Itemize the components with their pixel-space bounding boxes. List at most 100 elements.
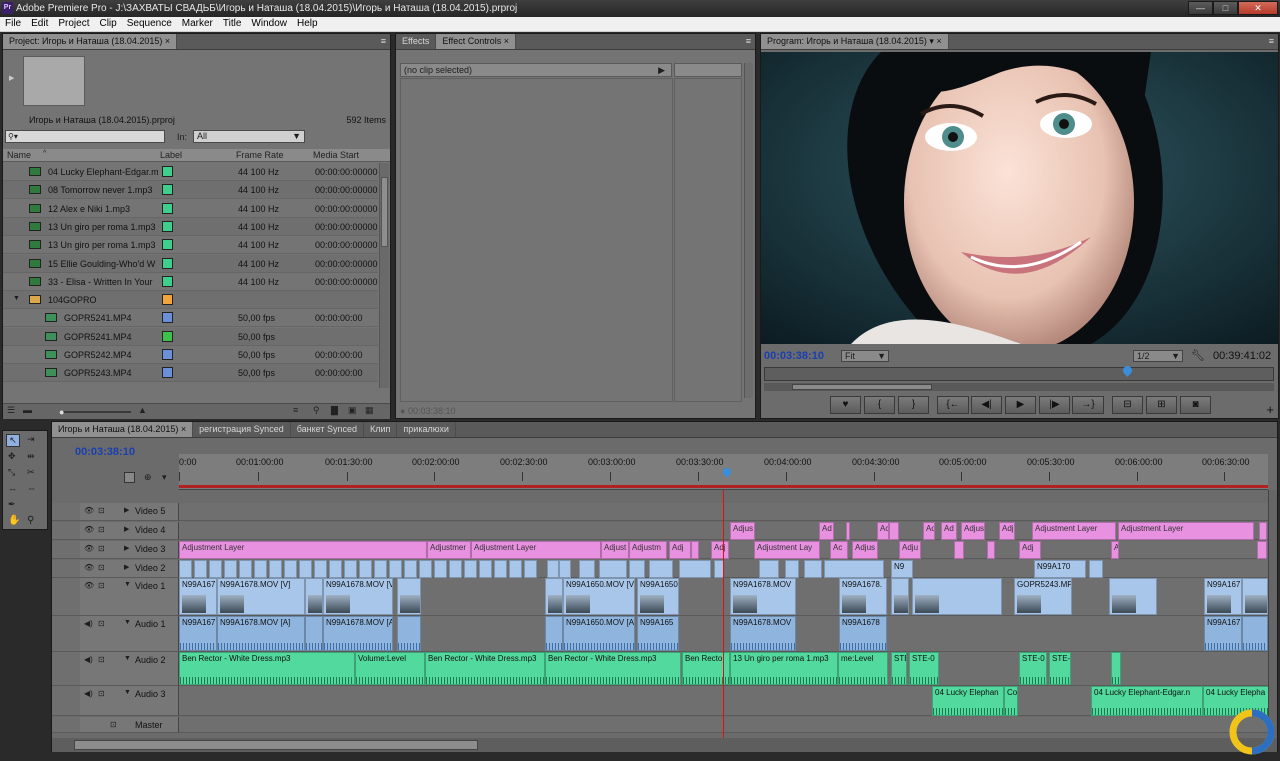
timeline-clip[interactable]: A [1111, 541, 1119, 559]
expand-icon[interactable]: ▼ [13, 295, 20, 302]
timeline-clip[interactable]: Adjustment Layer [471, 541, 601, 559]
close-icon[interactable]: × [181, 424, 186, 434]
list-item[interactable]: 33 - Elisa - Written In Your 44 100 Hz 00:… [3, 272, 378, 291]
timeline-clip[interactable] [629, 560, 645, 578]
menu-project[interactable]: Project [53, 17, 94, 31]
pen-tool-icon[interactable]: ✒ [8, 499, 16, 510]
lift-button[interactable]: ⊟ [1112, 396, 1143, 414]
panel-menu-icon[interactable]: ≡ [746, 36, 751, 46]
expand-icon[interactable]: ▶ [124, 506, 129, 514]
new-item-icon[interactable]: ▣ [348, 405, 357, 416]
timeline-clip[interactable] [389, 560, 402, 578]
timeline-clip[interactable] [1259, 522, 1267, 540]
zoom-slider[interactable] [61, 411, 131, 413]
add-button-icon[interactable]: + [1266, 402, 1274, 417]
timeline-clip[interactable]: Ben Rector - White Dress.mp3 [545, 652, 681, 685]
timeline-clip[interactable] [889, 522, 899, 540]
list-item[interactable]: GOPR5241.MP4 50,00 fps [3, 327, 378, 346]
timeline-clip[interactable]: N99A1678.MOV [V] [217, 578, 305, 615]
menu-file[interactable]: File [0, 17, 26, 31]
timeline-clip[interactable]: Ad [941, 522, 957, 540]
timeline-clip[interactable]: Ad [923, 522, 935, 540]
tab-effects[interactable]: Effects [396, 34, 437, 49]
in-select[interactable]: All ▼ [193, 130, 305, 143]
timeline-clip[interactable]: N99A167 [179, 616, 217, 651]
timeline-clip[interactable] [1109, 578, 1157, 615]
timeline-clip[interactable]: Adj [669, 541, 691, 559]
timeline-clip[interactable] [545, 578, 563, 615]
col-media-start[interactable]: Media Start [313, 150, 359, 160]
new-bin-icon[interactable]: ▇ [331, 405, 338, 416]
timeline-clip[interactable] [404, 560, 417, 578]
timeline-clip[interactable]: N99A165 [637, 616, 679, 651]
timeline-clip[interactable]: Adjustmer [427, 541, 471, 559]
timeline-clip[interactable]: STE-( [1049, 652, 1071, 685]
col-frame-rate[interactable]: Frame Rate [236, 150, 284, 160]
timeline-vertical-scrollbar[interactable] [1268, 490, 1277, 738]
eye-icon[interactable]: 👁︎ [84, 544, 94, 553]
menu-marker[interactable]: Marker [177, 17, 218, 31]
selection-tool-icon[interactable]: ↖ [6, 434, 20, 447]
timeline-clip[interactable] [1257, 541, 1267, 559]
timeline-clip[interactable]: N99A170 [1034, 560, 1086, 578]
timeline-clip[interactable]: Adjust [601, 541, 629, 559]
timeline-clip[interactable] [269, 560, 282, 578]
list-item[interactable]: GOPR5241.MP4 50,00 fps 00:00:00:00 [3, 309, 378, 328]
ripple-edit-tool-icon[interactable]: ✥ [8, 451, 16, 462]
timeline-clip[interactable] [691, 541, 699, 559]
list-item[interactable]: 13 Un giro per roma 1.mp3 44 100 Hz 00:00:… [3, 217, 378, 236]
timeline-clip[interactable] [254, 560, 267, 578]
menu-window[interactable]: Window [246, 17, 292, 31]
timeline-clip[interactable] [397, 578, 421, 615]
minimize-button[interactable]: — [1188, 1, 1213, 15]
eye-icon[interactable]: 👁︎ [84, 563, 94, 572]
timeline-clip[interactable] [649, 560, 673, 578]
maximize-button[interactable]: □ [1213, 1, 1238, 15]
list-item[interactable]: 08 Tomorrow never 1.mp3 44 100 Hz 00:00:00… [3, 181, 378, 200]
timeline-clip[interactable] [344, 560, 357, 578]
timeline-clip[interactable] [1242, 616, 1268, 651]
speaker-icon[interactable]: ◀) [84, 619, 93, 628]
rolling-edit-tool-icon[interactable]: ⇹ [27, 451, 35, 462]
list-item[interactable]: ▼ 104GOPRO [3, 291, 378, 310]
label-swatch[interactable] [162, 367, 173, 379]
timeline-clip[interactable]: N99A1678. [839, 578, 887, 615]
timeline-scrollbar[interactable] [52, 738, 1277, 752]
label-swatch[interactable] [162, 294, 173, 306]
zoom-tool-icon[interactable]: ⚲ [27, 515, 34, 526]
speaker-icon[interactable]: ◀) [84, 655, 93, 664]
go-to-in-button[interactable]: {← [937, 396, 969, 414]
mark-out-button[interactable]: } [898, 396, 929, 414]
timeline-clip[interactable]: N99A1678.MOV [730, 578, 796, 615]
marker-icon[interactable]: ▾ [162, 472, 167, 483]
tab-effect-controls[interactable]: Effect Controls × [436, 34, 517, 49]
list-item[interactable]: 15 Ellie Goulding-Who'd W 44 100 Hz 00:00:… [3, 254, 378, 273]
timeline-clip[interactable]: N99A1650 [637, 578, 679, 615]
step-forward-button[interactable]: |▶ [1039, 396, 1070, 414]
timeline-clip[interactable]: 04 Lucky Elephant-Edgar.n [1091, 686, 1203, 716]
timeline-clip[interactable]: Ben Rector - White Dress.mp3 [179, 652, 355, 685]
timeline-clip[interactable]: Ad [819, 522, 834, 540]
menu-edit[interactable]: Edit [26, 17, 53, 31]
timeline-clip[interactable] [987, 541, 995, 559]
list-item[interactable]: GOPR5243.MP4 50,00 fps 00:00:00:00 [3, 364, 378, 383]
timeline-clip[interactable]: Adju [899, 541, 921, 559]
panel-menu-icon[interactable]: ≡ [381, 36, 386, 46]
lock-icon[interactable]: ⊡ [98, 689, 105, 698]
label-swatch[interactable] [162, 239, 173, 251]
label-swatch[interactable] [162, 257, 173, 269]
tab-sequence-main[interactable]: Игорь и Наташа (18.04.2015) × [52, 422, 194, 437]
program-scrubber[interactable] [764, 364, 1274, 381]
rate-stretch-tool-icon[interactable]: ⤡ [8, 467, 15, 478]
timeline-clip[interactable] [524, 560, 537, 578]
list-item[interactable]: 12 Alex e Niki 1.mp3 44 100 Hz 00:00:00:00… [3, 199, 378, 218]
timeline-clip[interactable]: Adjus [730, 522, 755, 540]
tab-program[interactable]: Program: Игорь и Наташа (18.04.2015) ▾ × [761, 34, 949, 49]
timeline-clip[interactable]: N99A1678 [839, 616, 887, 651]
timeline-clip[interactable] [194, 560, 207, 578]
eye-icon[interactable]: 👁︎ [84, 506, 94, 515]
export-frame-button[interactable]: ◙ [1180, 396, 1211, 414]
razor-tool-icon[interactable]: ✂ [27, 467, 35, 478]
timeline-clip[interactable]: Adjustment Layer [1032, 522, 1116, 540]
program-current-timecode[interactable]: 00:03:38:10 [764, 350, 824, 362]
